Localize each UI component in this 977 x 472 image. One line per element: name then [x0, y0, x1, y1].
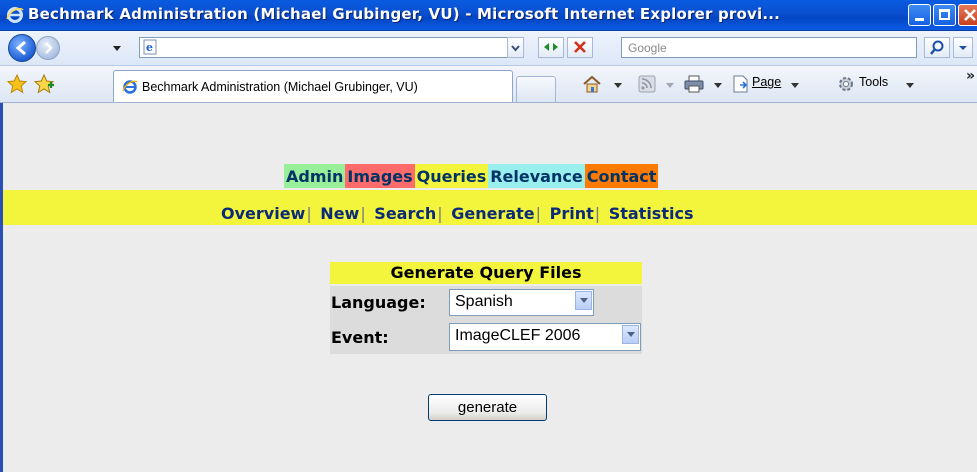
maximize-icon — [939, 9, 950, 20]
home-dropdown-icon[interactable] — [614, 83, 622, 89]
search-button[interactable] — [924, 37, 950, 58]
address-dropdown-button[interactable] — [507, 37, 524, 58]
recent-pages-dropdown-icon[interactable] — [112, 45, 122, 53]
window-title: Bechmark Administration (Michael Grubing… — [28, 5, 781, 23]
chevron-down-icon — [906, 83, 914, 88]
menu-separator: | — [535, 204, 542, 223]
submenu-overview[interactable]: Overview — [221, 204, 305, 223]
tab-label: Bechmark Administration (Michael Grubing… — [142, 80, 418, 94]
favorites-star-icon[interactable] — [6, 73, 28, 95]
language-label: Language: — [331, 293, 426, 312]
refresh-icon — [544, 43, 558, 51]
page-menu-label: Page — [752, 75, 782, 89]
feeds-icon[interactable] — [638, 75, 656, 93]
tab-command-bar: Bechmark Administration (Michael Grubing… — [0, 66, 977, 103]
address-toolbar: e Google — [0, 31, 977, 66]
menu-admin[interactable]: Admin — [284, 164, 346, 188]
more-tools-chevron-icon[interactable]: » — [966, 68, 975, 84]
menu-separator: | — [437, 204, 443, 223]
tab-bechmark-administration[interactable]: Bechmark Administration (Michael Grubing… — [113, 70, 513, 102]
feeds-dropdown-icon[interactable] — [666, 83, 674, 89]
refresh-button[interactable] — [538, 37, 564, 58]
close-icon — [964, 9, 976, 21]
secondary-menu: Overview| New| Search| Generate| Print| … — [221, 204, 693, 223]
back-button[interactable] — [8, 34, 36, 62]
submenu-statistics[interactable]: Statistics — [609, 204, 694, 223]
tools-menu-label: Tools — [859, 75, 889, 89]
back-arrow-icon — [15, 40, 26, 56]
ie-logo-icon — [122, 80, 138, 94]
window-title-bar[interactable]: Bechmark Administration (Michael Grubing… — [0, 0, 977, 31]
ie-page-icon: e — [143, 39, 157, 55]
menu-separator: | — [360, 204, 366, 223]
ie-logo-icon — [6, 7, 24, 23]
minimize-icon — [915, 18, 924, 21]
close-button[interactable] — [958, 4, 977, 26]
forward-arrow-icon — [45, 42, 53, 54]
maximize-button[interactable] — [933, 4, 956, 26]
chevron-down-icon — [791, 83, 799, 88]
search-input[interactable]: Google — [621, 37, 917, 58]
menu-relevance[interactable]: Relevance — [488, 164, 585, 188]
language-value: Spanish — [455, 293, 513, 310]
stop-icon — [574, 41, 586, 53]
generate-button[interactable]: generate — [428, 394, 547, 421]
form-title: Generate Query Files — [330, 262, 642, 284]
new-tab-button[interactable] — [516, 76, 556, 102]
event-label: Event: — [331, 328, 389, 347]
submenu-print[interactable]: Print — [550, 204, 594, 223]
svg-text:e: e — [146, 41, 153, 54]
chevron-down-icon — [575, 291, 592, 310]
menu-separator: | — [594, 204, 601, 223]
gear-icon — [839, 77, 853, 91]
menu-images[interactable]: Images — [345, 164, 415, 188]
submenu-new[interactable]: New — [320, 204, 359, 223]
print-icon[interactable] — [683, 74, 705, 94]
tools-menu-button[interactable]: Tools — [834, 66, 934, 102]
page-icon — [733, 75, 748, 93]
event-select[interactable]: ImageCLEF 2006 — [449, 323, 641, 351]
chevron-down-icon — [622, 325, 639, 344]
address-input[interactable]: e — [139, 37, 524, 58]
menu-contact[interactable]: Contact — [584, 164, 659, 188]
search-icon — [930, 40, 944, 55]
event-value: ImageCLEF 2006 — [455, 327, 581, 344]
search-options-button[interactable] — [953, 37, 973, 58]
stop-button[interactable] — [567, 37, 593, 58]
forward-button[interactable] — [36, 36, 60, 60]
menu-queries[interactable]: Queries — [414, 164, 489, 188]
menu-separator: | — [306, 204, 312, 223]
primary-menu: Admin Images Queries Relevance Contact — [284, 164, 659, 188]
page-menu-button[interactable]: Page — [730, 66, 830, 102]
submenu-generate[interactable]: Generate — [451, 204, 534, 223]
minimize-button[interactable] — [908, 4, 931, 26]
language-select[interactable]: Spanish — [449, 289, 594, 316]
home-icon[interactable] — [581, 74, 603, 94]
submenu-search[interactable]: Search — [374, 204, 436, 223]
add-favorite-icon[interactable] — [33, 73, 55, 95]
print-dropdown-icon[interactable] — [714, 83, 722, 89]
chevron-down-icon — [511, 45, 520, 52]
chevron-down-icon — [959, 46, 967, 50]
page-left-border — [0, 103, 3, 472]
